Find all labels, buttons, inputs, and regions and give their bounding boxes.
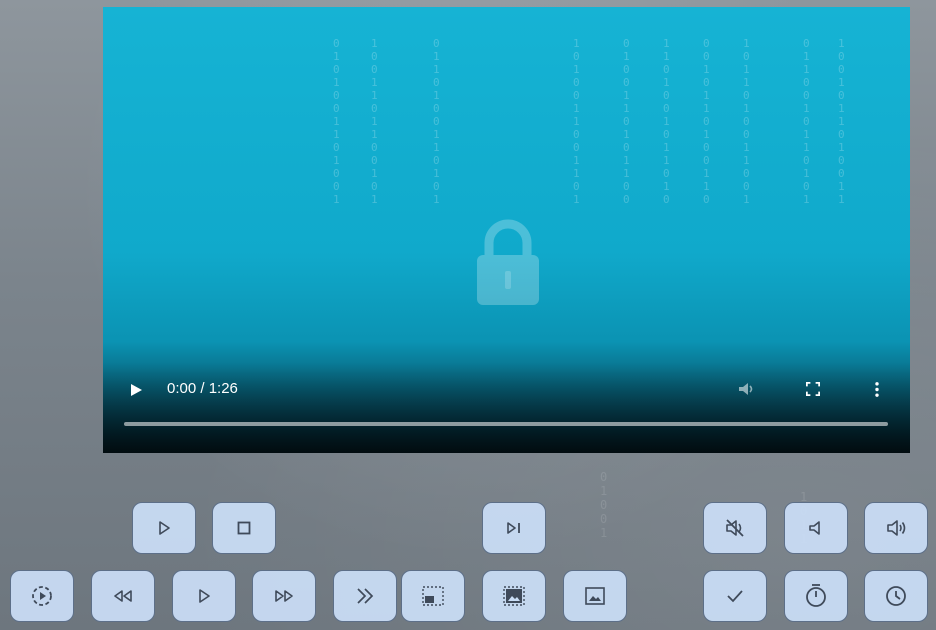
rewind-button[interactable] <box>91 570 155 622</box>
picture-in-picture-button[interactable] <box>401 570 465 622</box>
image-icon <box>585 587 605 605</box>
skip-next-icon <box>507 522 520 534</box>
play-button-2[interactable] <box>172 570 236 622</box>
video-player[interactable]: 0101001101001 1001101100101 011010011010… <box>103 7 910 453</box>
timer-button[interactable] <box>784 570 848 622</box>
skip-forward-button[interactable] <box>333 570 397 622</box>
play-icon <box>199 589 210 603</box>
padlock-icon <box>477 219 539 305</box>
image-frame-icon <box>503 586 525 606</box>
fullscreen-icon[interactable] <box>806 382 820 396</box>
clock-icon <box>886 586 906 606</box>
volume-down-button[interactable] <box>784 502 848 554</box>
volume-icon[interactable] <box>736 379 756 399</box>
confirm-button[interactable] <box>703 570 767 622</box>
time-display: 0:00 / 1:26 <box>167 380 238 397</box>
clock-button[interactable] <box>864 570 928 622</box>
video-controls-bar <box>103 363 910 453</box>
more-options-icon[interactable] <box>874 381 880 398</box>
volume-high-icon <box>887 520 906 536</box>
volume-low-icon <box>809 521 820 535</box>
progress-bar[interactable] <box>124 422 888 426</box>
rewind-icon <box>114 590 132 602</box>
video-play-icon[interactable] <box>129 383 143 397</box>
timer-icon <box>806 584 826 607</box>
check-icon <box>727 590 743 603</box>
stop-button[interactable] <box>212 502 276 554</box>
poster-image-button[interactable] <box>563 570 627 622</box>
pip-icon <box>422 586 444 606</box>
play-button[interactable] <box>132 502 196 554</box>
fast-forward-button[interactable] <box>252 570 316 622</box>
autoplay-button[interactable] <box>10 570 74 622</box>
double-chevron-right-icon <box>357 588 374 604</box>
volume-up-button[interactable] <box>864 502 928 554</box>
play-icon <box>159 521 170 535</box>
stop-icon <box>237 521 251 535</box>
next-frame-button[interactable] <box>482 502 546 554</box>
fullscreen-image-button[interactable] <box>482 570 546 622</box>
volume-off-icon <box>726 519 744 537</box>
background-binary-pattern: 0 1 0 0 1 <box>600 470 608 540</box>
play-circle-dashed-icon <box>32 586 52 606</box>
fast-forward-icon <box>275 590 293 602</box>
mute-button[interactable] <box>703 502 767 554</box>
